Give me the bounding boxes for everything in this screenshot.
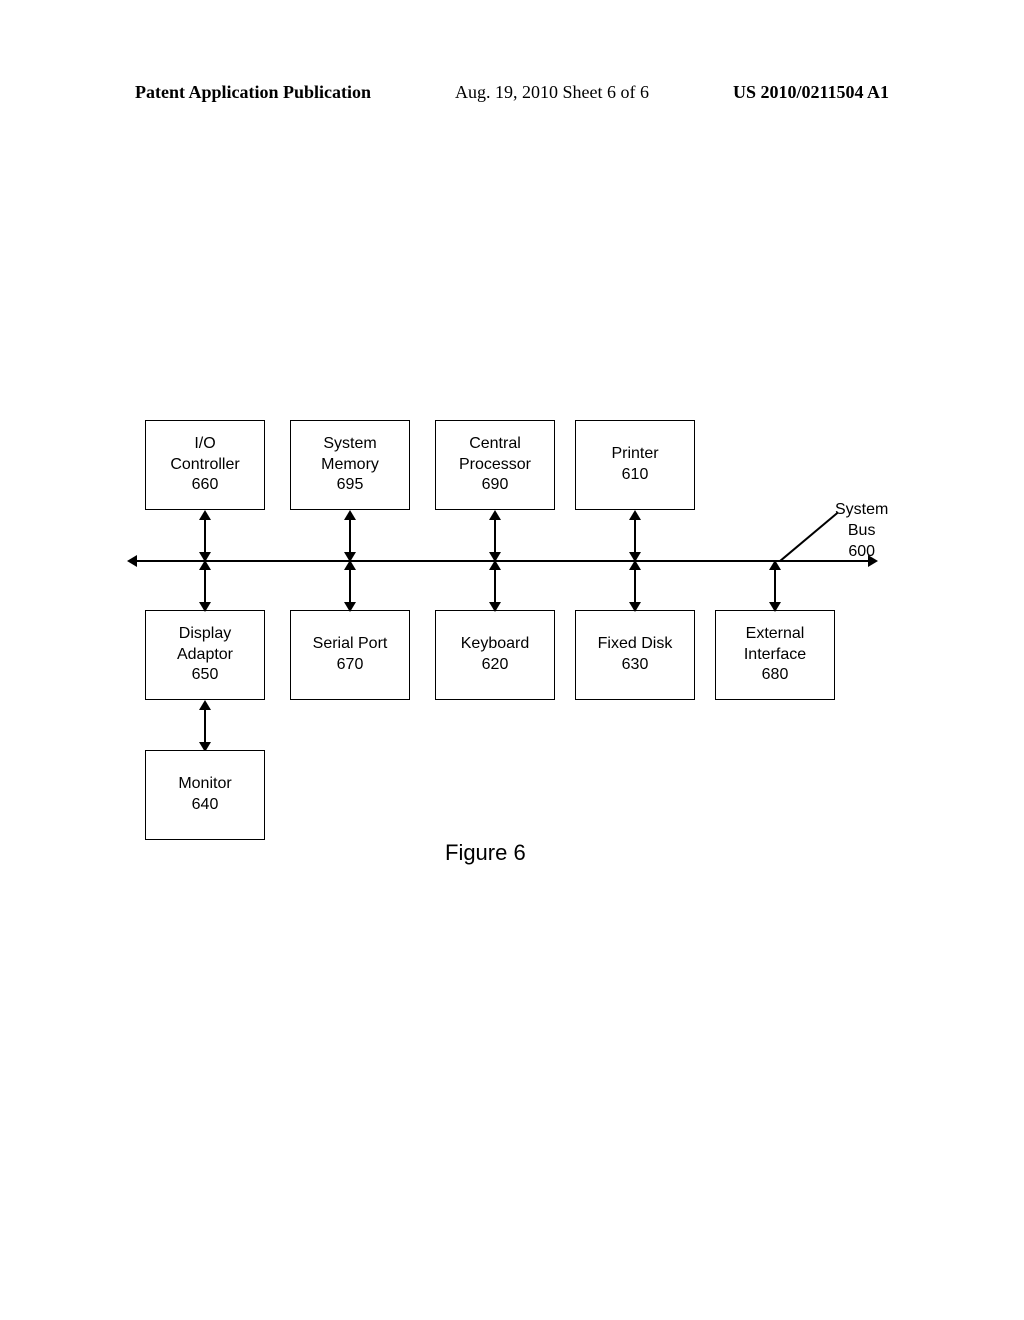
io-controller-box: I/O Controller 660: [145, 420, 265, 510]
fdisk-l2: 630: [622, 655, 649, 676]
bus-label: System Bus 600: [835, 500, 888, 562]
cpu-l2: Processor: [459, 455, 531, 476]
io-l3: 660: [192, 475, 219, 496]
io-l2: Controller: [170, 455, 239, 476]
arr-ser-down: [344, 602, 356, 612]
system-memory-box: System Memory 695: [290, 420, 410, 510]
figure-caption: Figure 6: [445, 840, 526, 866]
arr-fdisk-up: [629, 560, 641, 570]
external-interface-box: External Interface 680: [715, 610, 835, 700]
block-diagram: System Bus 600 I/O Controller 660 System…: [135, 420, 895, 890]
bus-label-3: 600: [835, 542, 888, 563]
arr-ext-up: [769, 560, 781, 570]
disp-l2: Adaptor: [177, 645, 233, 666]
monitor-box: Monitor 640: [145, 750, 265, 840]
mon-l2: 640: [192, 795, 219, 816]
header-center: Aug. 19, 2010 Sheet 6 of 6: [455, 82, 649, 103]
header-right: US 2010/0211504 A1: [733, 82, 889, 103]
ext-l2: Interface: [744, 645, 806, 666]
bus-leader-line: [780, 512, 838, 561]
disp-l1: Display: [179, 624, 231, 645]
printer-box: Printer 610: [575, 420, 695, 510]
kbd-l2: 620: [482, 655, 509, 676]
arr-kbd-up: [489, 560, 501, 570]
page-header: Patent Application Publication Aug. 19, …: [0, 82, 1024, 103]
fdisk-l1: Fixed Disk: [598, 634, 673, 655]
bus-arrow-left: [127, 555, 137, 567]
arr-disp-down: [199, 602, 211, 612]
printer-l2: 610: [622, 465, 649, 486]
bus-label-1: System: [835, 500, 888, 521]
keyboard-box: Keyboard 620: [435, 610, 555, 700]
bus-label-2: Bus: [835, 521, 888, 542]
arr-kbd-down: [489, 602, 501, 612]
system-bus-line: [135, 560, 870, 562]
ext-l3: 680: [762, 665, 789, 686]
ser-l2: 670: [337, 655, 364, 676]
arr-mem-up: [344, 510, 356, 520]
arr-ext-down: [769, 602, 781, 612]
arr-cpu-up: [489, 510, 501, 520]
header-left: Patent Application Publication: [135, 82, 371, 103]
arr-printer-up: [629, 510, 641, 520]
central-processor-box: Central Processor 690: [435, 420, 555, 510]
printer-l1: Printer: [611, 444, 658, 465]
ext-l1: External: [746, 624, 805, 645]
arr-fdisk-down: [629, 602, 641, 612]
mon-l1: Monitor: [178, 774, 231, 795]
display-adaptor-box: Display Adaptor 650: [145, 610, 265, 700]
serial-port-box: Serial Port 670: [290, 610, 410, 700]
disp-l3: 650: [192, 665, 219, 686]
ser-l1: Serial Port: [313, 634, 388, 655]
arr-disp-up: [199, 560, 211, 570]
arr-io-up: [199, 510, 211, 520]
io-l1: I/O: [194, 434, 215, 455]
mem-l1: System: [323, 434, 376, 455]
arr-ser-up: [344, 560, 356, 570]
kbd-l1: Keyboard: [461, 634, 530, 655]
cpu-l1: Central: [469, 434, 521, 455]
mem-l3: 695: [337, 475, 364, 496]
arr-mon-up: [199, 700, 211, 710]
fixed-disk-box: Fixed Disk 630: [575, 610, 695, 700]
mem-l2: Memory: [321, 455, 379, 476]
cpu-l3: 690: [482, 475, 509, 496]
